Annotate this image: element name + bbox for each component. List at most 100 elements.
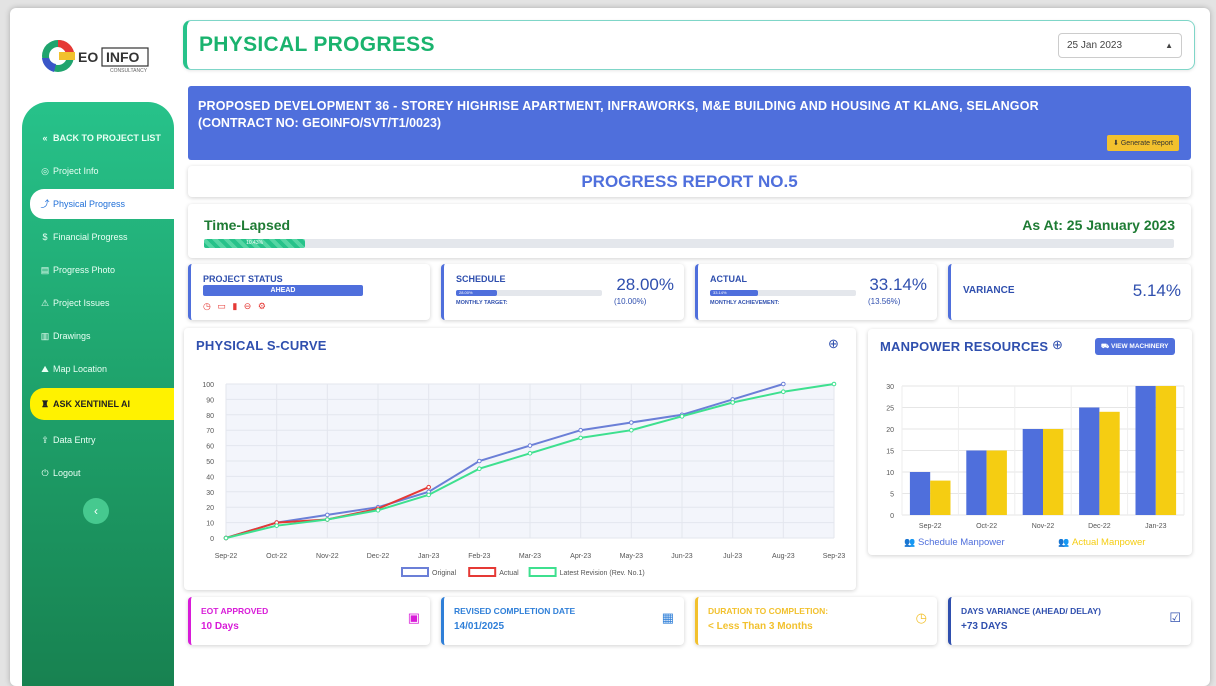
monthly-achievement-value: (13.56%) [868, 297, 901, 306]
sidebar-item-logout[interactable]: ⏻ Logout [22, 458, 174, 488]
project-status-card: PROJECT STATUS AHEAD ◷ ▭ ▮ ⊖ ⚙ [188, 264, 430, 320]
y-tick-label: 20 [206, 505, 214, 512]
map-icon: ⛰ [41, 364, 49, 374]
warning-icon: ⚠ [40, 298, 50, 308]
sidebar-item-label: Data Entry [53, 435, 96, 445]
robot-icon: ♜ [40, 399, 50, 409]
data-point [578, 435, 583, 441]
legend-label: Schedule Manpower [918, 537, 1005, 548]
geoinfo-logo[interactable]: EO INFO CONSULTANCY [40, 28, 160, 84]
sidebar-item-label: Financial Progress [53, 232, 128, 242]
days-variance-label: DAYS VARIANCE (AHEAD/ DELAY) [961, 606, 1101, 616]
project-title: PROPOSED DEVELOPMENT 36 - STOREY HIGHRIS… [198, 99, 1039, 113]
x-tick-label: Mar-23 [519, 553, 541, 560]
data-point [781, 381, 786, 387]
x-tick-label: Nov-22 [316, 553, 339, 560]
x-tick-label: Jan-23 [418, 553, 440, 560]
sidebar-item-physical-progress[interactable]: ⤴ Physical Progress [30, 189, 174, 219]
project-status-label: PROJECT STATUS [203, 274, 283, 284]
sidebar-item-project-info[interactable]: ◎ Project Info [22, 156, 174, 186]
variance-card: VARIANCE 5.14% [948, 264, 1191, 320]
legend-icon: 👥 [1058, 537, 1069, 547]
legend-swatch [528, 567, 557, 577]
data-point [730, 400, 735, 405]
sidebar-item-data-entry[interactable]: ⇪ Data Entry [22, 425, 174, 455]
date-select[interactable]: 25 Jan 2023 ▲ [1058, 33, 1182, 58]
as-at-date: As At: 25 January 2023 [1022, 217, 1175, 233]
revised-completion-label: REVISED COMPLETION DATE [454, 606, 576, 616]
data-point [325, 512, 330, 518]
date-select-value: 25 Jan 2023 [1067, 40, 1123, 51]
sidebar-item-back[interactable]: « BACK TO PROJECT LIST [22, 123, 174, 153]
calendar-plus-icon: ▣ [407, 610, 420, 625]
sidebar-item-label: Drawings [53, 331, 91, 341]
legend-swatch [401, 567, 429, 577]
y-tick-label: 10 [886, 470, 894, 477]
status-badge: AHEAD [203, 285, 363, 296]
sidebar-item-label: ASK XENTINEL AI [53, 399, 131, 409]
legend-label: Actual Manpower [1072, 537, 1145, 548]
back-icon: « [42, 133, 48, 143]
photo-icon: ▤ [40, 265, 50, 275]
generate-report-button[interactable]: ⬇ Generate Report [1107, 135, 1179, 151]
eot-label: EOT APPROVED [201, 606, 269, 616]
project-banner: PROPOSED DEVELOPMENT 36 - STOREY HIGHRIS… [188, 86, 1191, 160]
status-icons[interactable]: ◷ ▭ ▮ ⊖ ⚙ [203, 301, 268, 312]
sidebar-item-label: Logout [53, 468, 81, 478]
y-tick-label: 100 [202, 382, 214, 389]
manpower-card: MANPOWER RESOURCES ⊕ ⛟ VIEW MACHINERY 05… [868, 329, 1192, 555]
time-lapsed-bar-fill: 10.43% [204, 239, 306, 248]
time-lapsed-label: Time-Lapsed [204, 217, 291, 233]
collapse-sidebar-button[interactable]: ‹ [83, 498, 109, 524]
time-lapsed-bar: 10.43% [204, 239, 1174, 248]
x-tick-label: Apr-23 [570, 553, 591, 560]
s-curve-chart: 0 10 20 30 40 50 60 70 80 90 100 Sep-22 Oct-22 Nov-22… [202, 381, 846, 577]
y-tick-label: 40 [206, 474, 214, 481]
monthly-achievement-label: MONTHLY ACHIEVEMENT: [710, 300, 780, 306]
y-tick-label: 70 [206, 428, 214, 435]
power-icon: ⏻ [41, 468, 49, 478]
x-tick-label: Sep-22 [919, 523, 942, 530]
x-tick-label: May-23 [620, 553, 643, 560]
monthly-target-label: MONTHLY TARGET: [456, 300, 508, 306]
schedule-label: SCHEDULE [456, 274, 506, 284]
data-point [629, 420, 634, 425]
legend-label: Latest Revision (Rev. No.1) [560, 570, 645, 577]
y-tick-label: 10 [206, 521, 214, 528]
y-tick-label: 20 [886, 427, 894, 434]
bar [930, 480, 951, 515]
sidebar-item-drawings[interactable]: ▥ Drawings [22, 321, 174, 351]
report-title: PROGRESS REPORT NO.5 [188, 166, 1191, 197]
y-tick-label: 0 [210, 536, 214, 543]
bar [1155, 386, 1177, 515]
y-tick-label: 0 [890, 513, 894, 520]
legend-swatch [468, 567, 497, 577]
time-lapsed-card: Time-Lapsed As At: 25 January 2023 10.43… [188, 204, 1191, 258]
sidebar-item-financial-progress[interactable]: $ Financial Progress [22, 222, 174, 252]
x-tick-label: Sep-23 [823, 553, 846, 560]
sidebar-item-progress-photo[interactable]: ▤ Progress Photo [22, 255, 174, 285]
bar [1022, 429, 1043, 515]
data-point [527, 443, 533, 448]
variance-value: 5.14% [1132, 281, 1181, 300]
y-tick-label: 25 [886, 406, 894, 413]
data-point [223, 535, 229, 541]
data-point [781, 389, 786, 395]
calendar-check-icon: ☑ [1169, 610, 1181, 625]
bar [1079, 407, 1100, 515]
revised-completion-card: REVISED COMPLETION DATE 14/01/2025 ▦ [441, 597, 684, 645]
sidebar-item-project-issues[interactable]: ⚠ Project Issues [22, 288, 174, 318]
logo-subtext: CONSULTANCY [110, 68, 148, 74]
app-window: EO INFO CONSULTANCY « BACK TO PROJECT LIS… [10, 8, 1210, 686]
select-arrows-icon: ▲ [1165, 41, 1173, 50]
data-point [426, 484, 431, 490]
sidebar-item-map-location[interactable]: ⛰ Map Location [22, 354, 174, 384]
legend-label: Original [432, 570, 457, 577]
sidebar-item-ask-ai[interactable]: ♜ ASK XENTINEL AI [30, 388, 174, 420]
bar [1043, 429, 1064, 515]
days-variance-card: DAYS VARIANCE (AHEAD/ DELAY) +73 DAYS ☑ [948, 597, 1191, 645]
monthly-target-value: (10.00%) [614, 297, 647, 306]
drawing-icon: ▥ [40, 331, 50, 341]
y-tick-label: 30 [206, 490, 214, 497]
data-point [477, 466, 482, 471]
